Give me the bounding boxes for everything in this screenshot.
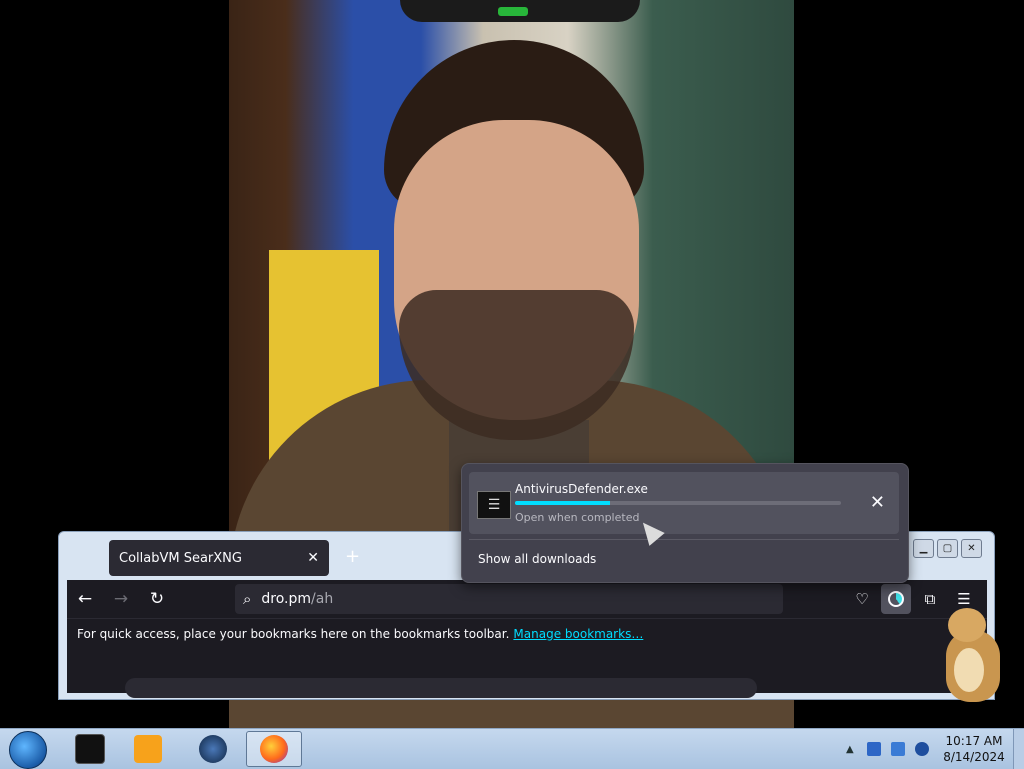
windows-logo-icon xyxy=(9,731,47,769)
command-prompt-icon xyxy=(75,734,105,764)
address-bar[interactable]: ⌕ dro.pm/ah xyxy=(235,584,783,614)
tray-volume-icon[interactable] xyxy=(914,742,929,756)
downloads-panel: ☰ AntivirusDefender.exe Open when comple… xyxy=(461,463,909,583)
tab-title: CollabVM SearXNG xyxy=(119,550,242,566)
globe-icon xyxy=(199,735,227,763)
new-tab-button[interactable]: + xyxy=(345,546,360,567)
top-notch xyxy=(400,0,640,22)
download-progress-fill xyxy=(515,501,610,505)
panel-divider xyxy=(469,539,899,540)
taskbar-app-globe[interactable] xyxy=(185,731,241,767)
bookmarks-message: For quick access, place your bookmarks h… xyxy=(77,626,510,641)
back-arrow-icon[interactable]: ← xyxy=(67,589,103,609)
bookmarks-toolbar: For quick access, place your bookmarks h… xyxy=(67,618,987,648)
show-all-downloads-button[interactable]: Show all downloads xyxy=(478,552,596,566)
tray-shield-icon[interactable] xyxy=(866,742,881,756)
download-progress-bar xyxy=(515,501,841,505)
tray-network-icon[interactable] xyxy=(890,742,905,756)
executable-file-icon: ☰ xyxy=(477,491,511,519)
taskbar: ▲ 10:17 AM 8/14/2024 xyxy=(0,728,1024,769)
pocket-icon[interactable]: ♡ xyxy=(847,584,877,614)
search-icon: ⌕ xyxy=(243,590,252,608)
media-player-icon xyxy=(134,735,162,763)
taskbar-app-cmd[interactable] xyxy=(62,731,118,767)
manage-bookmarks-link[interactable]: Manage bookmarks… xyxy=(513,627,643,641)
cancel-download-icon[interactable]: ✕ xyxy=(870,492,885,513)
nav-toolbar: ← → ↻ ⌕ dro.pm/ah ♡ ⧉ ☰ xyxy=(67,580,987,618)
taskbar-app-firefox[interactable] xyxy=(246,731,302,767)
window-controls: ▁ ▢ ✕ xyxy=(913,539,982,558)
notch-indicator xyxy=(498,7,528,16)
maximize-button[interactable]: ▢ xyxy=(937,539,958,558)
hamster-head xyxy=(948,608,986,642)
clock-time: 10:17 AM xyxy=(945,734,1003,748)
taskbar-app-media[interactable] xyxy=(120,731,176,767)
minimize-button[interactable]: ▁ xyxy=(913,539,934,558)
download-progress-icon xyxy=(888,591,904,607)
hamster-mascot xyxy=(938,604,1004,708)
reload-icon[interactable]: ↻ xyxy=(139,589,175,609)
download-item[interactable]: ☰ AntivirusDefender.exe Open when comple… xyxy=(469,472,899,534)
start-button[interactable] xyxy=(4,731,52,769)
url-host: dro.pm xyxy=(261,591,312,607)
forward-arrow-icon[interactable]: → xyxy=(103,589,139,609)
firefox-icon xyxy=(260,735,288,763)
page-search-box[interactable] xyxy=(125,678,757,698)
close-window-button[interactable]: ✕ xyxy=(961,539,982,558)
page-content xyxy=(67,648,987,698)
url-path: /ah xyxy=(311,591,334,607)
downloads-button[interactable] xyxy=(881,584,911,614)
close-tab-icon[interactable]: ✕ xyxy=(307,550,319,566)
show-desktop-button[interactable] xyxy=(1013,729,1024,769)
tray-expand-icon[interactable]: ▲ xyxy=(846,744,854,755)
tab-collabvm-searxng[interactable]: CollabVM SearXNG ✕ xyxy=(109,540,329,576)
download-file-name: AntivirusDefender.exe xyxy=(515,482,648,496)
hamster-belly xyxy=(954,648,984,692)
clock-date: 8/14/2024 xyxy=(943,750,1005,764)
system-clock[interactable]: 10:17 AM 8/14/2024 xyxy=(938,733,1010,765)
download-status: Open when completed xyxy=(515,511,640,524)
